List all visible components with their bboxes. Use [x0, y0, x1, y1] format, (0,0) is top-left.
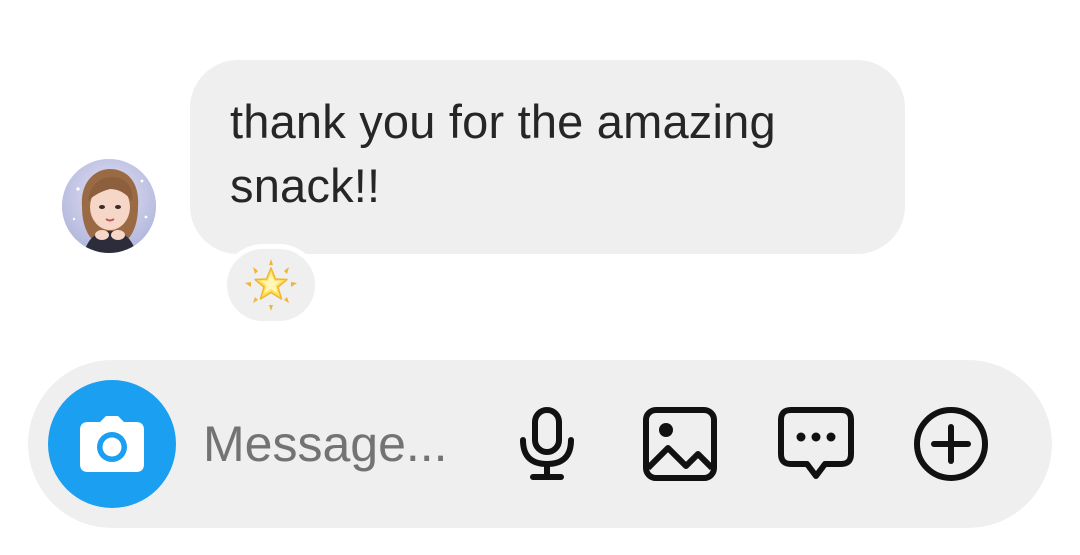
message-reaction[interactable]: [222, 244, 320, 326]
camera-button[interactable]: [48, 380, 176, 508]
microphone-icon: [520, 407, 574, 480]
sender-avatar[interactable]: [62, 159, 156, 253]
message-input[interactable]: [203, 404, 473, 484]
voice-message-button[interactable]: [507, 404, 587, 484]
more-options-button[interactable]: [911, 404, 991, 484]
message-composer: [28, 360, 1052, 528]
plus-circle-icon: [914, 407, 988, 481]
message-bubble[interactable]: thank you for the amazing snack!!: [190, 60, 905, 254]
camera-icon: [80, 416, 144, 472]
gallery-button[interactable]: [640, 404, 720, 484]
message-text: thank you for the amazing snack!!: [230, 95, 776, 212]
chat-bubble-icon: [778, 407, 854, 479]
avatar-portrait-icon: [62, 159, 156, 253]
gallery-icon: [643, 407, 717, 481]
glowing-star-icon: [245, 259, 297, 311]
sticker-button[interactable]: [776, 404, 856, 484]
